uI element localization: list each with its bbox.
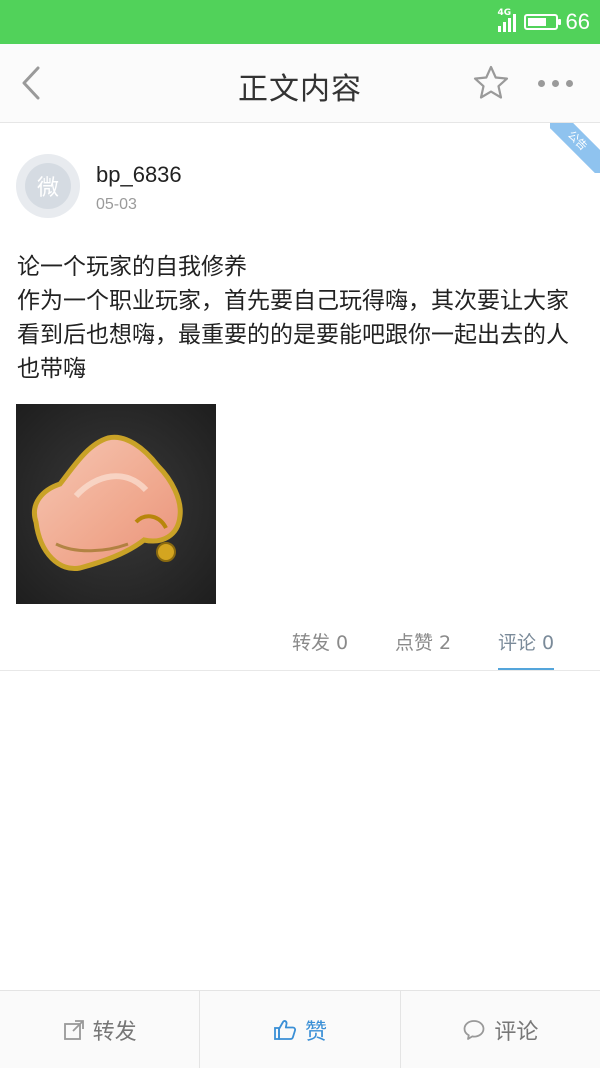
comment-button[interactable]: 评论 xyxy=(399,991,600,1068)
comment-bubble-icon xyxy=(463,1019,485,1040)
page-title: 正文内容 xyxy=(238,72,362,107)
divider xyxy=(0,670,600,671)
tab-like-count[interactable]: 点赞 2 xyxy=(395,628,451,655)
share-icon xyxy=(63,1019,84,1040)
pendant-photo xyxy=(16,404,216,604)
avatar-glyph: 微 xyxy=(25,163,71,209)
star-icon[interactable] xyxy=(472,64,510,102)
comment-button-label: 评论 xyxy=(494,1019,539,1045)
announcement-ribbon: 公告 xyxy=(550,123,600,173)
like-button-label: 赞 xyxy=(304,1019,327,1045)
post-body: 论一个玩家的自我修养 作为一个职业玩家，首先要自己玩得嗨，其次要让大家看到后也想… xyxy=(17,250,587,386)
post-stats-tabs: 转发 0 点赞 2 评论 0 xyxy=(0,620,600,670)
battery-icon xyxy=(523,14,561,30)
username[interactable]: bp_6836 xyxy=(96,162,182,188)
status-icons: 4G 66 xyxy=(497,8,590,36)
like-button[interactable]: 赞 xyxy=(199,991,399,1068)
nav-bar: 正文内容 xyxy=(0,44,600,123)
bottom-action-bar: 转发 赞 评论 xyxy=(0,990,600,1068)
post-date: 05-03 xyxy=(96,196,137,213)
tab-comment-label: 评论 0 xyxy=(498,632,555,654)
post-content-line: 作为一个职业玩家，首先要自己玩得嗨，其次要让大家看到后也想嗨，最重要的的是要能吧… xyxy=(17,288,569,382)
signal-icon: 4G xyxy=(497,8,516,32)
network-type-label: 4G xyxy=(497,8,512,18)
post-title-line: 论一个玩家的自我修养 xyxy=(17,254,247,280)
repost-button-label: 转发 xyxy=(92,1019,137,1045)
status-bar: 4G 66 xyxy=(0,0,600,44)
thumbs-up-icon xyxy=(274,1019,297,1040)
tab-repost-count[interactable]: 转发 0 xyxy=(292,628,348,655)
repost-button[interactable]: 转发 xyxy=(0,991,199,1068)
battery-level: 66 xyxy=(565,9,590,34)
post-image[interactable] xyxy=(16,404,216,604)
more-icon[interactable] xyxy=(538,74,578,92)
ribbon-label: 公告 xyxy=(550,123,600,173)
avatar[interactable]: 微 xyxy=(16,154,80,218)
tab-comment-count[interactable]: 评论 0 xyxy=(498,628,555,670)
